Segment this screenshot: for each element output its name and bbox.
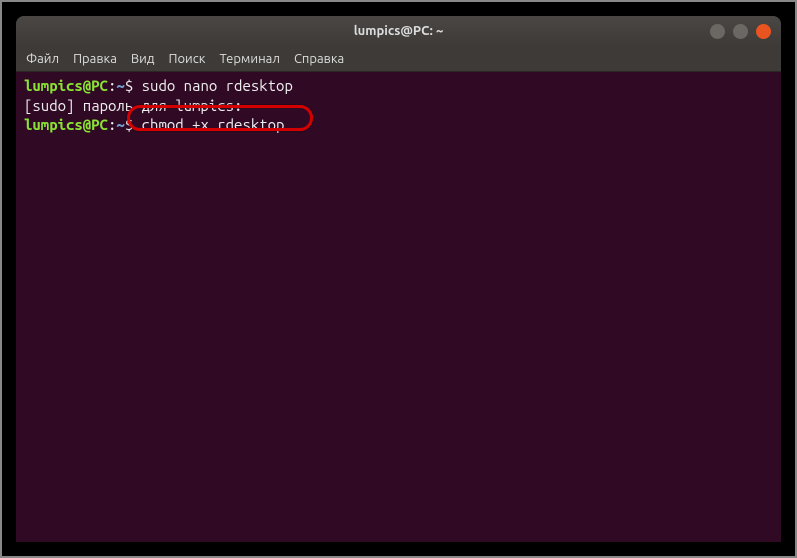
- menu-bar: Файл Правка Вид Поиск Терминал Справка: [16, 46, 781, 72]
- prompt-dollar: $: [125, 77, 142, 94]
- menu-search[interactable]: Поиск: [168, 52, 205, 66]
- menu-file[interactable]: Файл: [26, 52, 59, 66]
- terminal-line: [sudo] пароль для lumpics:: [24, 96, 773, 116]
- prompt-path: ~: [116, 116, 124, 133]
- minimize-icon[interactable]: [710, 24, 725, 39]
- prompt-dollar: $: [125, 116, 142, 133]
- prompt-user: lumpics@PC: [24, 116, 108, 133]
- terminal-line: lumpics@PC:~$ sudo nano rdesktop: [24, 76, 773, 96]
- command-text: chmod +x rdesktop: [142, 116, 285, 133]
- output-text: [sudo] пароль для lumpics:: [24, 97, 242, 114]
- terminal-line: lumpics@PC:~$ chmod +x rdesktop: [24, 115, 773, 135]
- screenshot-frame: lumpics@PC: ~ Файл Правка Вид Поиск Терм…: [0, 0, 797, 558]
- window-titlebar[interactable]: lumpics@PC: ~: [16, 16, 781, 46]
- window-controls: [710, 24, 771, 39]
- terminal-content[interactable]: lumpics@PC:~$ sudo nano rdesktop [sudo] …: [16, 72, 781, 542]
- close-icon[interactable]: [756, 24, 771, 39]
- prompt-user: lumpics@PC: [24, 77, 108, 94]
- menu-help[interactable]: Справка: [294, 52, 344, 66]
- maximize-icon[interactable]: [733, 24, 748, 39]
- menu-terminal[interactable]: Терминал: [219, 52, 279, 66]
- menu-edit[interactable]: Правка: [73, 52, 117, 66]
- prompt-path: ~: [116, 77, 124, 94]
- window-title: lumpics@PC: ~: [26, 24, 771, 38]
- terminal-window: lumpics@PC: ~ Файл Правка Вид Поиск Терм…: [16, 16, 781, 542]
- command-text: sudo nano rdesktop: [142, 77, 293, 94]
- menu-view[interactable]: Вид: [131, 52, 155, 66]
